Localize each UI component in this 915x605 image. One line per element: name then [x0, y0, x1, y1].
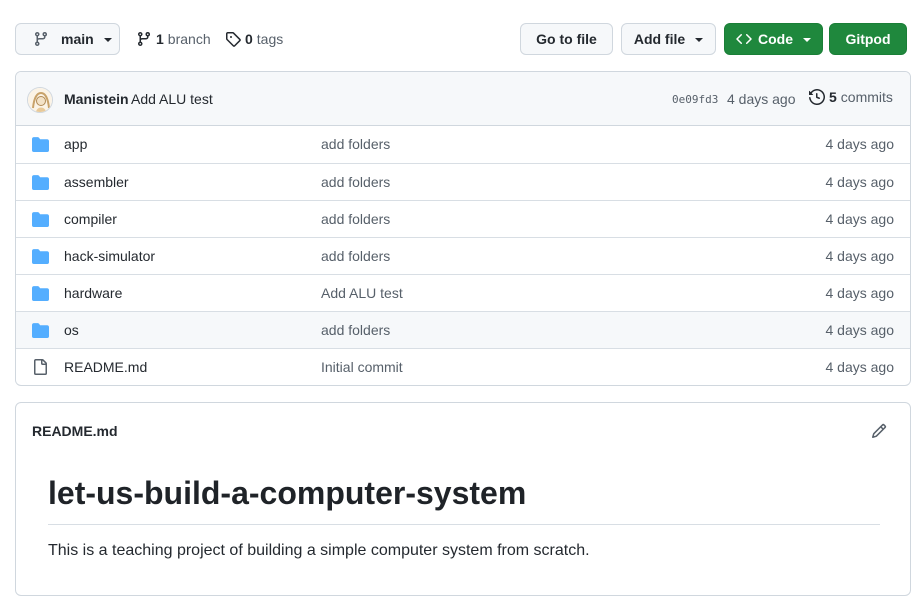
folder-icon	[32, 212, 49, 227]
git-branch-icon	[34, 32, 47, 47]
folder-icon	[32, 175, 49, 190]
tags-link[interactable]: 0 tags	[225, 23, 283, 55]
readme-panel: README.md let-us-build-a-computer-system…	[15, 402, 911, 596]
branches-link[interactable]: 1 branch	[136, 23, 211, 55]
folder-icon	[32, 286, 49, 301]
file-age: 4 days ago	[825, 248, 895, 264]
commit-author-link[interactable]: Manistein	[64, 91, 129, 107]
file-row-compiler[interactable]: compiler add folders 4 days ago	[16, 200, 910, 237]
file-commit-message-link[interactable]: Initial commit	[321, 359, 403, 375]
file-age: 4 days ago	[825, 136, 895, 152]
author-avatar-icon	[28, 88, 52, 112]
file-age: 4 days ago	[825, 174, 895, 190]
commits-count: 5	[829, 89, 837, 105]
commit-message-link[interactable]: Add ALU test	[131, 91, 213, 107]
file-age: 4 days ago	[825, 322, 895, 338]
file-name-link[interactable]: app	[64, 136, 87, 152]
chevron-down-icon	[803, 38, 811, 42]
git-branch-icon	[137, 32, 150, 47]
readme-filename[interactable]: README.md	[32, 423, 118, 439]
file-row-readme[interactable]: README.md Initial commit 4 days ago	[16, 348, 910, 385]
file-icon	[34, 359, 47, 375]
code-label: Code	[758, 31, 793, 47]
file-name-link[interactable]: hardware	[64, 285, 122, 301]
file-list: app add folders 4 days ago assembler add…	[16, 126, 910, 385]
avatar[interactable]	[27, 87, 53, 113]
file-commit-message-link[interactable]: add folders	[321, 322, 390, 338]
file-row-assembler[interactable]: assembler add folders 4 days ago	[16, 163, 910, 200]
file-age: 4 days ago	[825, 285, 895, 301]
commit-age: 4 days ago	[727, 91, 796, 107]
commits-word: commits	[840, 89, 893, 105]
commit-sha-link[interactable]: 0e09fd3	[672, 93, 718, 106]
go-to-file-button[interactable]: Go to file	[520, 23, 613, 55]
file-commit-message-link[interactable]: add folders	[321, 211, 390, 227]
branch-select-button[interactable]: main	[15, 23, 120, 55]
file-row-app[interactable]: app add folders 4 days ago	[16, 126, 910, 163]
file-age: 4 days ago	[825, 359, 895, 375]
branch-name: main	[61, 31, 94, 47]
readme-body: This is a teaching project of building a…	[48, 542, 590, 559]
readme-heading: let-us-build-a-computer-system	[48, 475, 880, 525]
tag-icon	[226, 32, 241, 47]
file-row-hack-simulator[interactable]: hack-simulator add folders 4 days ago	[16, 237, 910, 274]
file-commit-message-link[interactable]: Add ALU test	[321, 285, 403, 301]
chevron-down-icon	[103, 38, 112, 42]
repo-toolbar: main 1 branch 0 tags Go to file Add file…	[15, 23, 907, 55]
add-file-button[interactable]: Add file	[621, 23, 716, 55]
file-age: 4 days ago	[825, 211, 895, 227]
file-commit-message-link[interactable]: add folders	[321, 136, 390, 152]
latest-commit-bar: Manistein Add ALU test 0e09fd3 4 days ag…	[16, 72, 910, 126]
branch-count: 1	[156, 31, 164, 47]
file-name-link[interactable]: assembler	[64, 174, 129, 190]
file-commit-message-link[interactable]: add folders	[321, 174, 390, 190]
file-row-hardware[interactable]: hardware Add ALU test 4 days ago	[16, 274, 910, 311]
file-row-os[interactable]: os add folders 4 days ago	[16, 311, 910, 348]
folder-icon	[32, 137, 49, 152]
code-icon	[736, 33, 752, 45]
branch-word: branch	[167, 31, 211, 47]
commits-history-link[interactable]: 5 commits	[809, 89, 893, 105]
folder-icon	[32, 249, 49, 264]
file-name-link[interactable]: hack-simulator	[64, 248, 155, 264]
file-name-link[interactable]: compiler	[64, 211, 117, 227]
tag-count: 0	[245, 31, 253, 47]
file-browser: Manistein Add ALU test 0e09fd3 4 days ag…	[15, 71, 911, 386]
file-name-link[interactable]: os	[64, 322, 79, 338]
file-name-link[interactable]: README.md	[64, 359, 147, 375]
history-icon	[809, 89, 825, 105]
chevron-down-icon	[695, 38, 704, 42]
gitpod-button[interactable]: Gitpod	[829, 23, 907, 55]
code-button[interactable]: Code	[724, 23, 823, 55]
tag-word: tags	[256, 31, 284, 47]
add-file-label: Add file	[633, 31, 686, 47]
folder-icon	[32, 323, 49, 338]
file-commit-message-link[interactable]: add folders	[321, 248, 390, 264]
pencil-icon[interactable]	[871, 423, 887, 439]
